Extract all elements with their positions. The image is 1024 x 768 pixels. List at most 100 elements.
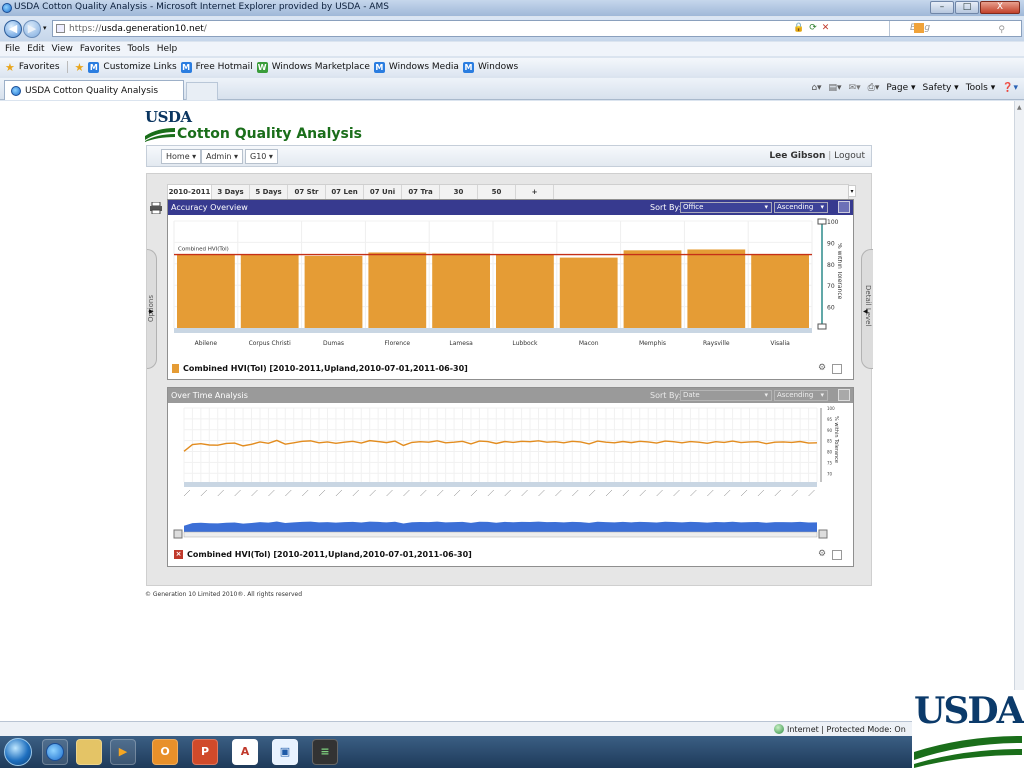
- x-tick-label: [420, 489, 427, 497]
- back-icon[interactable]: ◀: [4, 20, 22, 38]
- mail-icon[interactable]: ✉▾: [849, 83, 861, 93]
- stop-icon[interactable]: ✕: [822, 23, 830, 33]
- refresh-icon[interactable]: ⟳: [809, 23, 817, 33]
- network-tool-taskbar-icon[interactable]: ≡: [312, 739, 338, 765]
- user-area: Lee Gibson | Logout: [769, 151, 865, 161]
- options-panel-handle[interactable]: Options ▶: [147, 249, 157, 369]
- nav-admin-button[interactable]: Admin ▾: [201, 149, 244, 164]
- printer-icon[interactable]: [150, 202, 162, 214]
- detail-level-handle[interactable]: Detail Level ◀: [861, 249, 873, 369]
- legend-swatch: [172, 364, 179, 373]
- menu-edit[interactable]: Edit: [27, 44, 44, 54]
- outlook-taskbar-icon[interactable]: O: [152, 739, 178, 765]
- slider-handle-bottom: [817, 323, 827, 330]
- panel-toggle-button[interactable]: [838, 201, 850, 213]
- user-name[interactable]: Lee Gibson: [769, 151, 825, 161]
- bar: [496, 254, 554, 328]
- x-tick-label: [487, 489, 495, 497]
- safety-menu[interactable]: Safety ▾: [923, 83, 959, 93]
- lock-icon[interactable]: 🔒: [793, 23, 804, 33]
- dashboard-tab[interactable]: 50: [478, 185, 516, 200]
- home-icon[interactable]: ⌂▾: [811, 83, 821, 93]
- x-tick-label: [757, 489, 765, 497]
- menu-help[interactable]: Help: [157, 44, 178, 54]
- dashboard-tab[interactable]: 30: [440, 185, 478, 200]
- media-player-taskbar-icon[interactable]: ▶: [110, 739, 136, 765]
- x-tick-label: [352, 489, 359, 497]
- x-axis-band: [184, 482, 817, 487]
- dashboard-tab[interactable]: 07 Str: [288, 185, 326, 200]
- feeds-icon[interactable]: ▤▾: [829, 83, 842, 93]
- x-tick-label: [335, 489, 343, 497]
- y-tick-label: 100: [827, 219, 839, 226]
- sort-field-select[interactable]: Office ▾: [680, 202, 772, 213]
- tools-menu[interactable]: Tools ▾: [966, 83, 996, 93]
- nav-g10-button[interactable]: G10 ▾: [245, 149, 278, 164]
- start-button[interactable]: [4, 738, 32, 766]
- sort-field-select[interactable]: Date ▾: [680, 390, 772, 401]
- add-favorite-icon[interactable]: ★: [75, 61, 85, 74]
- page-menu[interactable]: Page ▾: [886, 83, 915, 93]
- dashboard-tab[interactable]: 5 Days: [250, 185, 288, 200]
- x-tick-label: [639, 489, 646, 497]
- search-icon[interactable]: ⚲: [998, 23, 1005, 38]
- dashboard-tab[interactable]: 07 Len: [326, 185, 364, 200]
- sort-by-label: Sort By:: [650, 203, 682, 212]
- scroll-up-icon[interactable]: ▲: [1017, 104, 1022, 111]
- fav-link-marketplace[interactable]: Windows Marketplace: [272, 62, 370, 72]
- favorites-button[interactable]: Favorites: [19, 62, 60, 72]
- dashboard-tab[interactable]: 07 Tra: [402, 185, 440, 200]
- sort-by-label: Sort By:: [650, 391, 682, 400]
- forward-icon[interactable]: ▶: [23, 20, 41, 38]
- page-scrollbar[interactable]: ▲: [1014, 101, 1024, 721]
- menu-favorites[interactable]: Favorites: [80, 44, 121, 54]
- new-tab-button[interactable]: [186, 82, 218, 100]
- pdf-reader-taskbar-icon[interactable]: A: [232, 739, 258, 765]
- legend-text: Combined HVI(Tol) [2010-2011,Upland,2010…: [183, 364, 468, 373]
- x-tick-label: [285, 489, 292, 497]
- folder-taskbar-icon[interactable]: [76, 739, 102, 765]
- paint-taskbar-icon[interactable]: ▣: [272, 739, 298, 765]
- link-icon: M: [88, 61, 100, 73]
- export-grid-icon[interactable]: [832, 364, 842, 374]
- y-axis-label: % within Tolerance: [833, 416, 839, 463]
- dashboard-tab[interactable]: 07 Uni: [364, 185, 402, 200]
- tabs-dropdown-icon[interactable]: ▾: [848, 185, 856, 197]
- add-tab-button[interactable]: +: [516, 185, 554, 200]
- fav-link-media[interactable]: Windows Media: [389, 62, 459, 72]
- powerpoint-taskbar-icon[interactable]: P: [192, 739, 218, 765]
- favorites-star-icon[interactable]: ★: [5, 61, 15, 74]
- slider-handle-top: [817, 218, 827, 225]
- print-icon[interactable]: ⎙▾: [868, 83, 880, 93]
- security-zone[interactable]: Internet | Protected Mode: On: [774, 724, 906, 734]
- dashboard-tab[interactable]: 2010-2011: [168, 185, 212, 200]
- search-box[interactable]: Bing ⚲: [889, 21, 1009, 36]
- logout-link[interactable]: Logout: [834, 151, 865, 161]
- tools-icon[interactable]: ⚙: [818, 363, 826, 373]
- close-button[interactable]: X: [980, 1, 1020, 14]
- recent-pages-dropdown-icon[interactable]: ▾: [43, 24, 47, 32]
- menu-file[interactable]: File: [5, 44, 20, 54]
- internet-explorer-taskbar-icon[interactable]: [42, 739, 68, 765]
- menu-view[interactable]: View: [52, 44, 73, 54]
- bar: [368, 252, 427, 328]
- help-icon[interactable]: ❓▾: [1002, 83, 1018, 93]
- sort-order-select[interactable]: Ascending ▾: [774, 202, 828, 213]
- sort-order-select[interactable]: Ascending ▾: [774, 390, 828, 401]
- fav-link-customize[interactable]: Customize Links: [103, 62, 176, 72]
- x-tick-label: [268, 489, 275, 497]
- bar: [687, 249, 746, 328]
- minimize-button[interactable]: –: [930, 1, 954, 14]
- address-bar[interactable]: https://usda.generation10.net/ 🔒 ⟳ ✕ Bin…: [52, 20, 1022, 37]
- browser-tab[interactable]: USDA Cotton Quality Analysis: [4, 80, 184, 100]
- maximize-button[interactable]: □: [955, 1, 979, 14]
- tools-icon[interactable]: ⚙: [818, 549, 826, 559]
- dashboard-tab[interactable]: 3 Days: [212, 185, 250, 200]
- nav-home-button[interactable]: Home ▾: [161, 149, 202, 164]
- fav-link-hotmail[interactable]: Free Hotmail: [196, 62, 253, 72]
- remove-series-icon[interactable]: ×: [174, 550, 183, 559]
- menu-tools[interactable]: Tools: [128, 44, 150, 54]
- fav-link-windows[interactable]: Windows: [478, 62, 518, 72]
- export-grid-icon[interactable]: [832, 550, 842, 560]
- panel-toggle-button[interactable]: [838, 389, 850, 401]
